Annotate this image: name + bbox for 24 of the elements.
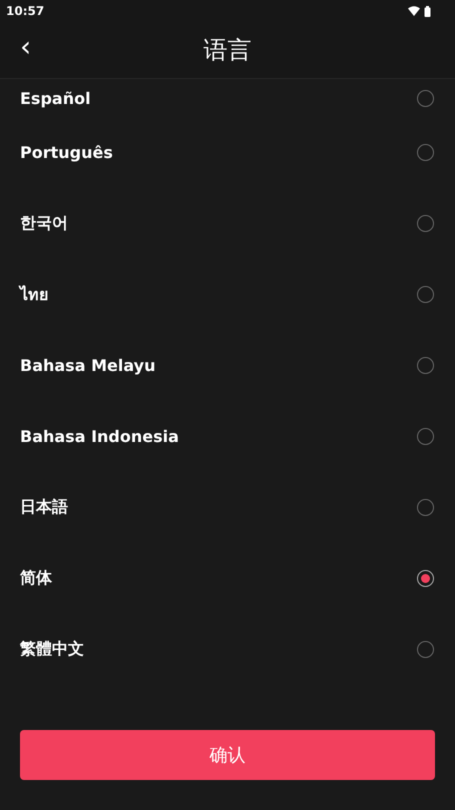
radio-button[interactable] [417,570,434,587]
language-option[interactable]: Español [0,79,455,117]
confirm-button[interactable]: 确认 [20,730,435,780]
language-option[interactable]: 日本語 [0,472,455,543]
language-option[interactable]: Português [0,117,455,188]
language-option[interactable]: 简体 [0,543,455,614]
page-title: 语言 [204,35,252,66]
radio-button[interactable] [417,286,434,303]
language-option[interactable]: ไทย [0,259,455,330]
radio-button[interactable] [417,428,434,445]
radio-button[interactable] [417,641,434,658]
language-option[interactable]: 繁體中文 [0,614,455,685]
language-option[interactable]: Bahasa Indonesia [0,401,455,472]
status-time: 10:57 [6,4,44,18]
language-option[interactable]: Bahasa Melayu [0,330,455,401]
radio-button[interactable] [417,144,434,161]
battery-icon [424,6,431,16]
radio-button[interactable] [417,215,434,232]
wifi-icon [408,6,420,16]
back-button[interactable]: ‹ [14,32,38,62]
language-option[interactable]: 한국어 [0,188,455,259]
radio-button[interactable] [417,90,434,106]
radio-button[interactable] [417,499,434,516]
radio-button[interactable] [417,357,434,374]
